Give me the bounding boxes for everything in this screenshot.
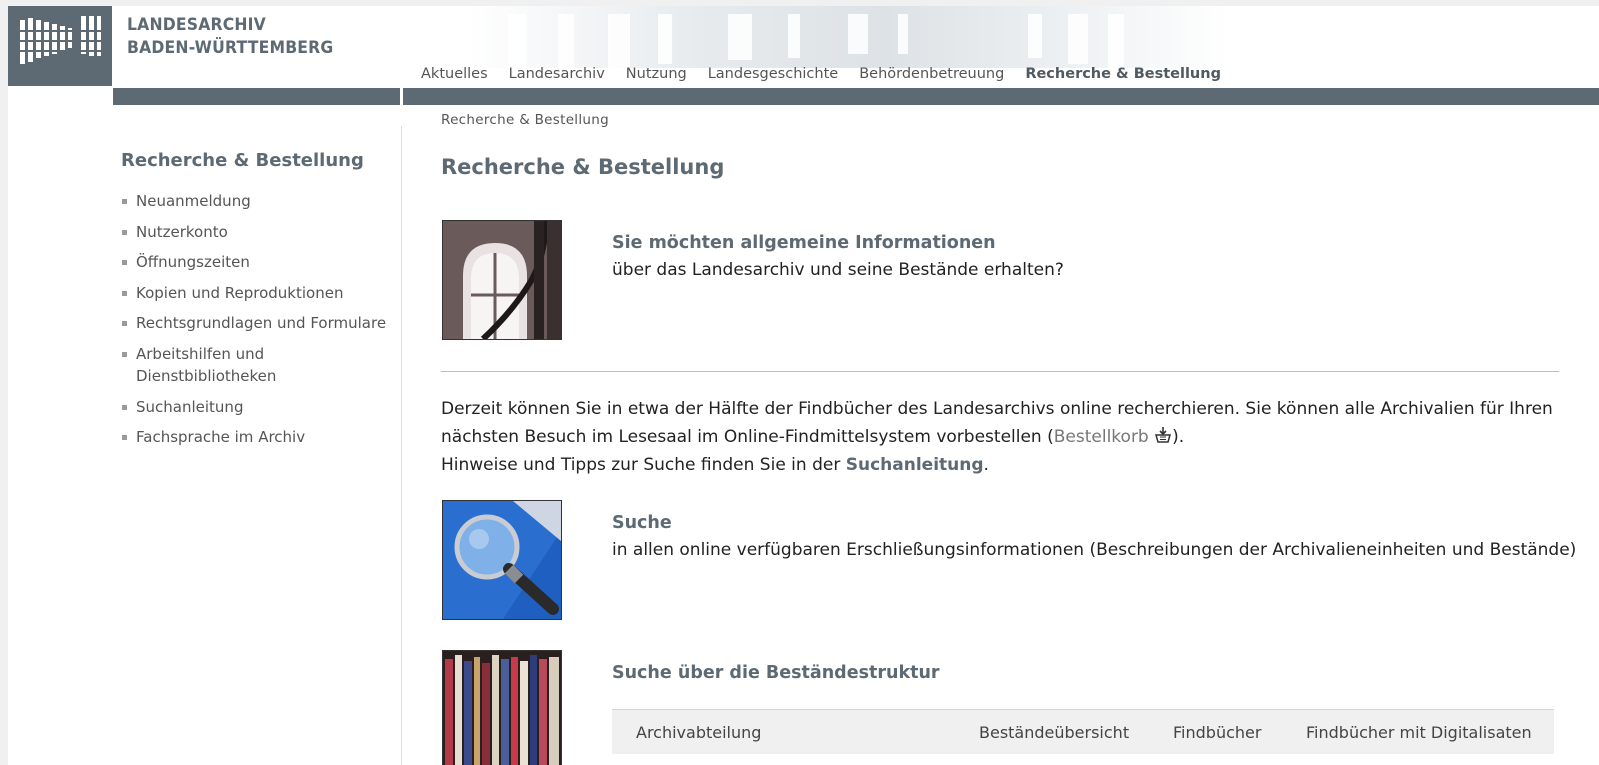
guide-link[interactable]: Suchanleitung [846,455,984,475]
sidebar-item-kopien[interactable]: Kopien und Reproduktionen [121,282,391,305]
column-divider [401,126,402,765]
logo-archive-icon [18,16,102,64]
staircase-window-image[interactable] [442,220,562,340]
sidebar-item-rechtsgrundlagen[interactable]: Rechtsgrundlagen und Formulare [121,312,391,335]
page: LANDESARCHIV BADEN-WÜRTTEMBERG Aktuelles… [8,6,1599,765]
search-block-text: in allen online verfügbaren Erschließung… [612,540,1577,560]
col-header-findbuecher[interactable]: Findbücher [1173,723,1261,742]
intro-text-4: . [983,455,989,475]
sidebar-menu: Neuanmeldung Nutzerkonto Öffnungszeiten … [121,190,391,457]
search-block-title[interactable]: Suche [612,513,672,533]
col-header-bestaendeuebersicht[interactable]: Beständeübersicht [979,723,1129,742]
brand-line-1: LANDESARCHIV [127,15,266,35]
header-band-right [403,88,1599,105]
basket-icon[interactable] [1154,425,1172,443]
sidebar-item-arbeitshilfen[interactable]: Arbeitshilfen und Dienstbibliotheken [121,343,391,388]
nav-item-landesarchiv[interactable]: Landesarchiv [500,63,617,85]
intro-text-1: Derzeit können Sie in etwa der Hälfte de… [441,399,1553,447]
structure-block-title[interactable]: Suche über die Beständestruktur [612,663,940,683]
basket-link[interactable]: Bestellkorb [1054,427,1149,447]
section-divider [441,371,1559,372]
intro-paragraph: Derzeit können Sie in etwa der Hälfte de… [441,395,1581,479]
main-navigation: Aktuelles Landesarchiv Nutzung Landesges… [412,63,1233,85]
sidebar-item-nutzerkonto[interactable]: Nutzerkonto [121,221,391,244]
holdings-table-header: Archivabteilung Beständeübersicht Findbü… [612,709,1554,754]
page-title: Recherche & Bestellung [441,155,725,179]
intro-text-3: Hinweise und Tipps zur Suche finden Sie … [441,455,846,475]
nav-item-behoerdenbetreuung[interactable]: Behördenbetreuung [850,63,1016,85]
sidebar-title: Recherche & Bestellung [121,150,364,171]
nav-item-aktuelles[interactable]: Aktuelles [412,63,500,85]
nav-item-recherche-bestellung[interactable]: Recherche & Bestellung [1016,63,1233,85]
breadcrumb[interactable]: Recherche & Bestellung [441,112,609,128]
magnifier-image[interactable] [442,500,562,620]
sidebar-item-suchanleitung[interactable]: Suchanleitung [121,396,391,419]
header-band-left [113,88,400,105]
sidebar-item-neuanmeldung[interactable]: Neuanmeldung [121,190,391,213]
col-header-findbuecher-digitalisate[interactable]: Findbücher mit Digitalisaten [1306,723,1532,742]
nav-item-nutzung[interactable]: Nutzung [617,63,699,85]
col-header-archivabteilung[interactable]: Archivabteilung [636,723,761,742]
info-block-text: über das Landesarchiv und seine Bestände… [612,260,1064,280]
brand-name[interactable]: LANDESARCHIV BADEN-WÜRTTEMBERG [127,14,333,60]
nav-item-landesgeschichte[interactable]: Landesgeschichte [699,63,850,85]
sidebar-item-oeffnungszeiten[interactable]: Öffnungszeiten [121,251,391,274]
intro-text-2: ). [1172,427,1185,447]
file-folders-image[interactable] [442,650,562,765]
logo[interactable] [8,6,112,86]
info-block-title[interactable]: Sie möchten allgemeine Informationen [612,233,996,253]
sidebar-item-fachsprache[interactable]: Fachsprache im Archiv [121,426,391,449]
header-banner-image [468,6,1228,68]
brand-line-2: BADEN-WÜRTTEMBERG [127,38,334,58]
